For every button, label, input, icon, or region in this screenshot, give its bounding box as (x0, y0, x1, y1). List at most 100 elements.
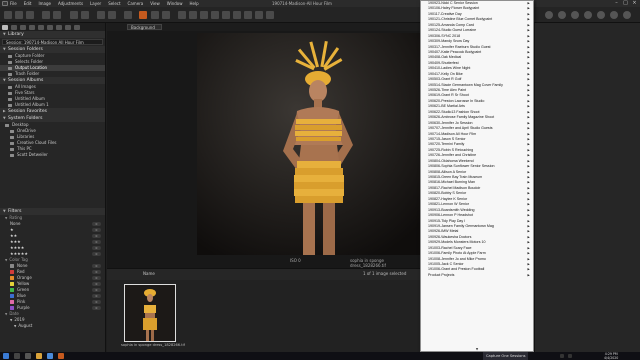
capture-one-icon[interactable] (139, 11, 147, 19)
adjustments-tab-icon[interactable] (56, 24, 62, 30)
menu-select[interactable]: Select (108, 1, 120, 6)
undo-icon[interactable] (42, 11, 50, 19)
import-icon[interactable] (15, 11, 23, 19)
session-folders-header[interactable]: ▼ Session Folders (0, 46, 105, 53)
explorer-icon[interactable] (36, 353, 42, 359)
color-tab-icon[interactable] (29, 24, 35, 30)
active-app-label[interactable]: Capture One Sessions (483, 352, 529, 360)
system-folder-user[interactable]: Scott Detweiler (0, 152, 105, 158)
keystone-icon[interactable] (200, 11, 208, 19)
menu-edit[interactable]: Edit (24, 1, 32, 6)
background-select[interactable]: Background (127, 24, 162, 30)
browser-icon[interactable] (47, 353, 53, 359)
image-viewer[interactable]: Background ISO 0 sophia in sponge dress_… (107, 23, 420, 268)
cursor-icon[interactable] (81, 11, 89, 19)
system-folders-header[interactable]: ▼ System Folders (0, 115, 105, 122)
session-menu-item[interactable]: Product Projects ▶ (421, 273, 533, 278)
menu-layer[interactable]: Layer (90, 1, 101, 6)
session-albums-header[interactable]: ▼ Session Albums (0, 77, 105, 84)
picker-icon[interactable] (255, 11, 263, 19)
annotate-icon[interactable] (266, 11, 274, 19)
grid-view-icon[interactable] (545, 11, 553, 19)
viewer-photo[interactable] (197, 33, 420, 255)
session-menu-item-label: 190926-IMW Metal (428, 229, 459, 234)
output-tab-icon[interactable] (74, 24, 80, 30)
copy-adjustments-icon[interactable] (597, 11, 605, 19)
session-menu-item-label: 190408-Oak Medical (428, 55, 462, 60)
grid-icon[interactable] (97, 11, 105, 19)
zoom-icon[interactable] (162, 11, 170, 19)
sort-select[interactable]: Name (143, 271, 155, 276)
session-menu-item-label: 191006-Grant and Preston Football (428, 267, 485, 272)
layers-icon[interactable] (108, 11, 116, 19)
exposure-tab-icon[interactable] (38, 24, 44, 30)
session-menu-item-label: 190514-Stacie Germantown Mag Cover Famil… (428, 82, 503, 87)
compare-icon[interactable] (584, 11, 592, 19)
filters-header[interactable]: ▼ Filters (0, 208, 105, 215)
session-menu-item-label: 190726-Jennifer and Christine (428, 153, 477, 158)
thumbnail[interactable] (124, 284, 176, 342)
session-selector[interactable]: Session: 190714-Madison All Hour Film (2, 39, 103, 45)
menu-window[interactable]: Window (167, 1, 183, 6)
session-favorites-header[interactable]: ▶ Session Favorites (0, 108, 105, 115)
date-month[interactable]: ▼ August (0, 323, 105, 329)
camera-icon[interactable] (26, 11, 34, 19)
capture-tab-icon[interactable] (11, 24, 17, 30)
taskbar-clock[interactable]: 4:29 PM 4/4/2020 (604, 352, 618, 360)
help-icon[interactable] (623, 11, 631, 19)
close-icon[interactable]: × (630, 0, 639, 7)
browser-bar: Name 1 of 1 image selected (107, 269, 420, 280)
folder-trash[interactable]: Trash Folder (0, 71, 105, 77)
lens-tab-icon[interactable] (20, 24, 26, 30)
scroll-down-icon[interactable]: ▼ (474, 347, 480, 351)
menu-help[interactable]: Help (190, 1, 199, 6)
menu-camera[interactable]: Camera (128, 1, 144, 6)
session-menu-item-label: 190626-Ambrose Family Magazine Shoot (428, 115, 495, 120)
library-tab-icon[interactable] (2, 24, 8, 30)
session-menu-item-label: 190622-Studio13 Fashion Shoot (428, 109, 480, 114)
session-menu-item-label: 191008-Jennifer Jo and Mike Promo (428, 256, 486, 261)
clock-date: 4/4/2020 (604, 356, 619, 360)
volume-icon[interactable] (568, 354, 572, 358)
proof-icon[interactable] (571, 11, 579, 19)
capture-one-taskbar-icon[interactable] (58, 353, 64, 359)
session-menu-item-label: 190821-Lennon W Senior (428, 202, 469, 207)
eraser-icon[interactable] (233, 11, 241, 19)
album-untitled-1[interactable]: Untitled Album 1 (0, 102, 105, 108)
crop-icon[interactable] (178, 11, 186, 19)
session-menu-item-label: 190407-Katie Peacock Bodypaint (428, 49, 482, 54)
exposure-icon[interactable] (124, 11, 132, 19)
brush-icon[interactable] (222, 11, 230, 19)
pan-icon[interactable] (151, 11, 159, 19)
swatch-icon (10, 288, 14, 292)
search-icon[interactable] (14, 353, 20, 359)
start-icon[interactable] (3, 353, 9, 359)
menu-view[interactable]: View (150, 1, 160, 6)
apply-adjustments-icon[interactable] (610, 11, 618, 19)
gradient-icon[interactable] (244, 11, 252, 19)
session-menu-item-label: 190816-Michael Burning Man (428, 180, 475, 185)
minimize-icon[interactable]: – (612, 0, 621, 7)
session-menu-item-label: 190725-Robin S Retouching (428, 147, 474, 152)
process-icon[interactable] (70, 11, 78, 19)
metadata-tab-icon[interactable] (65, 24, 71, 30)
album-icon (8, 103, 12, 107)
menu-adjustments[interactable]: Adjustments (58, 1, 83, 6)
library-icon[interactable] (4, 11, 12, 19)
exposure-warning-icon[interactable] (558, 11, 566, 19)
folder-icon (10, 135, 14, 139)
spot-icon[interactable] (211, 11, 219, 19)
maximize-icon[interactable]: □ (621, 0, 630, 7)
menu-image[interactable]: Image (38, 1, 51, 6)
session-menu-item-label: 190117-Creative Day (428, 11, 462, 16)
session-menu-item-label: 190417-Kelly On Bike (428, 71, 463, 76)
rotate-icon[interactable] (189, 11, 197, 19)
task-view-icon[interactable] (25, 353, 31, 359)
details-tab-icon[interactable] (47, 24, 53, 30)
network-icon[interactable] (560, 354, 564, 358)
session-menu-item-label: 190804-Oklahoma Weekend (428, 158, 474, 163)
session-menu-item-label: 190125-Amanda Comp Card (428, 22, 474, 27)
library-section-header[interactable]: ▼ Library (0, 31, 105, 38)
menu-file[interactable]: File (10, 1, 17, 6)
redo-icon[interactable] (53, 11, 61, 19)
